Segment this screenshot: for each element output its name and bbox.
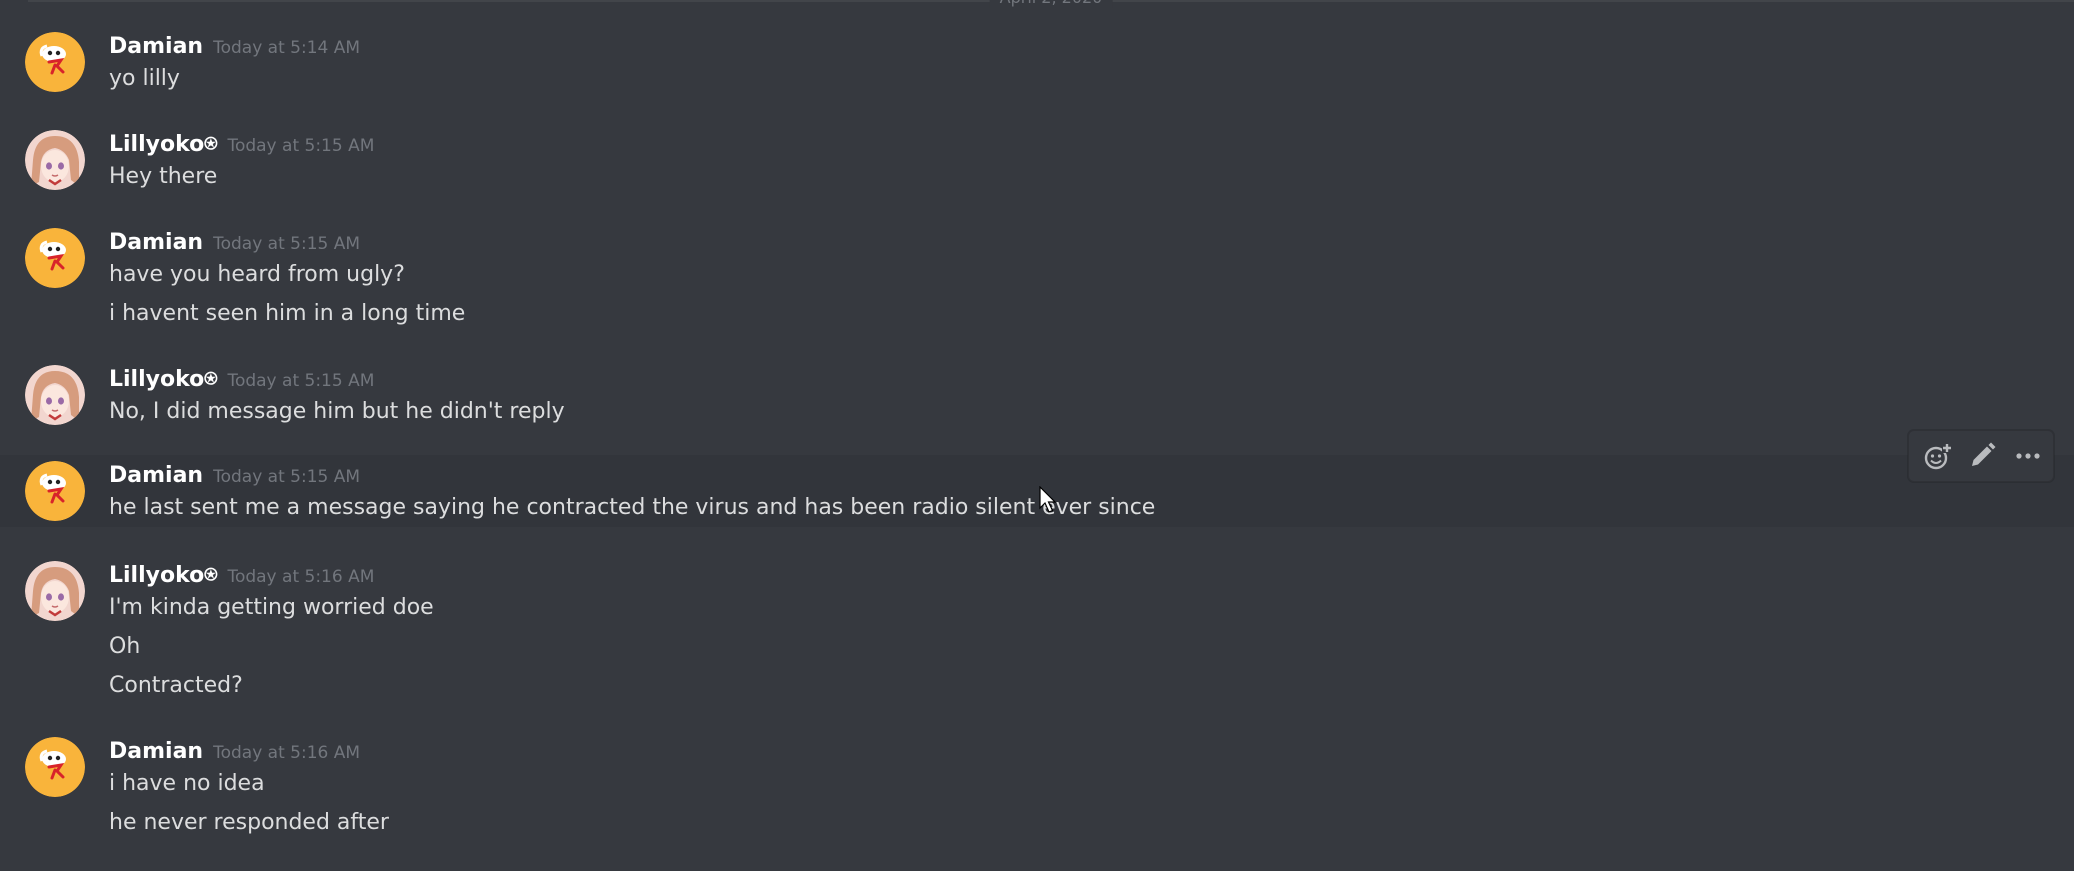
message-text: I'm kinda getting worried doe bbox=[109, 595, 434, 620]
timestamp[interactable]: Today at 5:15 AM bbox=[227, 371, 374, 391]
date-divider: April 2, 2020 bbox=[28, 0, 2074, 8]
date-divider-label: April 2, 2020 bbox=[989, 0, 1113, 8]
mouse-cursor-icon bbox=[1039, 485, 1059, 516]
message-text: No, I did message him but he didn't repl… bbox=[109, 399, 565, 424]
damian-avatar-icon[interactable] bbox=[25, 737, 85, 797]
message-header: Damian Today at 5:15 AM bbox=[109, 230, 360, 255]
timestamp[interactable]: Today at 5:16 AM bbox=[213, 743, 360, 763]
damian-avatar-icon[interactable] bbox=[25, 228, 85, 288]
username[interactable]: Lillyoko⍟ bbox=[109, 132, 217, 157]
timestamp[interactable]: Today at 5:15 AM bbox=[213, 234, 360, 254]
message-text: Oh bbox=[109, 634, 141, 659]
message-group-hovered: Damian Today at 5:15 AM he last sent me a… bbox=[0, 455, 2074, 527]
timestamp[interactable]: Today at 5:15 AM bbox=[213, 467, 360, 487]
message-header: Lillyoko⍟ Today at 5:16 AM bbox=[109, 563, 374, 588]
timestamp[interactable]: Today at 5:15 AM bbox=[227, 136, 374, 156]
more-options-icon[interactable] bbox=[2013, 441, 2043, 471]
add-reaction-icon[interactable] bbox=[1923, 441, 1953, 471]
damian-avatar-icon[interactable] bbox=[25, 32, 85, 92]
chat-message-list[interactable]: April 2, 2020 Damian Today at 5:14 AM yo … bbox=[0, 0, 2074, 871]
message-text: Hey there bbox=[109, 164, 218, 189]
message-group: Damian Today at 5:16 AM i have no idea he… bbox=[0, 733, 2074, 843]
message-group: Lillyoko⍟ Today at 5:16 AM I'm kinda gett… bbox=[0, 557, 2074, 707]
message-header: Damian Today at 5:14 AM bbox=[109, 34, 360, 59]
timestamp[interactable]: Today at 5:16 AM bbox=[227, 567, 374, 587]
message-text: yo lilly bbox=[109, 66, 180, 91]
message-group: Lillyoko⍟ Today at 5:15 AM No, I did mess… bbox=[0, 361, 2074, 431]
message-text: Contracted? bbox=[109, 673, 243, 698]
message-group: Damian Today at 5:14 AM yo lilly bbox=[0, 28, 2074, 98]
message-group: Lillyoko⍟ Today at 5:15 AM Hey there bbox=[0, 126, 2074, 196]
message-header: Damian Today at 5:16 AM bbox=[109, 739, 360, 764]
message-hover-toolbar bbox=[1908, 430, 2054, 482]
lillyoko-avatar-icon[interactable] bbox=[25, 130, 85, 190]
message-text: i havent seen him in a long time bbox=[109, 301, 466, 326]
message-text: he never responded after bbox=[109, 810, 389, 835]
edit-pencil-icon[interactable] bbox=[1967, 441, 1997, 471]
lillyoko-avatar-icon[interactable] bbox=[25, 365, 85, 425]
lillyoko-avatar-icon[interactable] bbox=[25, 561, 85, 621]
message-header: Lillyoko⍟ Today at 5:15 AM bbox=[109, 132, 374, 157]
message-header: Lillyoko⍟ Today at 5:15 AM bbox=[109, 367, 374, 392]
username[interactable]: Damian bbox=[109, 34, 203, 59]
message-text: he last sent me a message saying he cont… bbox=[109, 495, 1156, 520]
damian-avatar-icon[interactable] bbox=[25, 461, 85, 521]
username[interactable]: Damian bbox=[109, 230, 203, 255]
username[interactable]: Lillyoko⍟ bbox=[109, 367, 217, 392]
message-group: Damian Today at 5:15 AM have you heard fr… bbox=[0, 224, 2074, 332]
message-text: have you heard from ugly? bbox=[109, 262, 405, 287]
message-header: Damian Today at 5:15 AM bbox=[109, 463, 360, 488]
username[interactable]: Damian bbox=[109, 739, 203, 764]
message-text: i have no idea bbox=[109, 771, 265, 796]
timestamp[interactable]: Today at 5:14 AM bbox=[213, 38, 360, 58]
username[interactable]: Lillyoko⍟ bbox=[109, 563, 217, 588]
username[interactable]: Damian bbox=[109, 463, 203, 488]
